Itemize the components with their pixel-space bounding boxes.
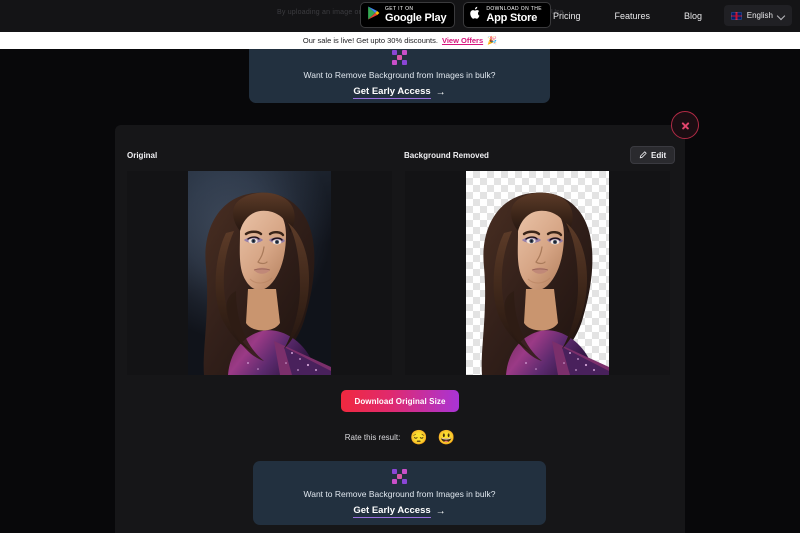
bulk-promo-card-bottom[interactable]: Want to Remove Background from Images in… xyxy=(253,461,546,525)
nav-links: Pricing Features Blog xyxy=(553,0,702,32)
chevron-down-icon xyxy=(778,12,785,19)
download-button-label: Download Original Size xyxy=(354,396,446,406)
original-photo xyxy=(188,171,331,375)
language-selector[interactable]: English xyxy=(723,5,792,26)
original-panel-label: Original xyxy=(127,151,158,160)
get-early-access-link-bottom[interactable]: Get Early Access xyxy=(353,505,431,518)
google-play-icon xyxy=(367,6,380,25)
party-emoji-icon: 🎉 xyxy=(487,36,498,45)
arrow-right-icon: → xyxy=(435,87,446,98)
portrait-figure-cutout xyxy=(481,192,609,375)
close-icon xyxy=(681,121,690,130)
sad-emoji[interactable]: 😔 xyxy=(410,430,427,444)
bulk-logo-icon-bottom xyxy=(392,468,407,484)
bulk-promo-question-bottom: Want to Remove Background from Images in… xyxy=(303,488,496,499)
nav-link-pricing[interactable]: Pricing xyxy=(553,11,581,21)
rating-row: Rate this result: 😔 😃 xyxy=(0,430,800,444)
get-early-access-link-top[interactable]: Get Early Access xyxy=(353,86,431,99)
google-play-badge-bottom: Google Play xyxy=(385,11,447,24)
store-badges: GET IT ON Google Play Download on the Ap… xyxy=(360,2,552,28)
happy-emoji[interactable]: 😃 xyxy=(438,430,455,444)
download-original-size-button[interactable]: Download Original Size xyxy=(341,390,459,412)
edit-button[interactable]: Edit xyxy=(630,146,676,164)
background-removed-image-panel xyxy=(405,171,670,375)
removed-panel-label: Background Removed xyxy=(404,151,489,160)
nav-link-features[interactable]: Features xyxy=(615,11,651,21)
arrow-right-icon-bottom: → xyxy=(435,505,446,517)
original-image-panel xyxy=(127,171,392,375)
pencil-icon xyxy=(639,151,647,159)
rating-label: Rate this result: xyxy=(344,432,401,442)
bulk-logo-icon xyxy=(392,50,407,65)
portrait-figure-original xyxy=(203,192,331,375)
sale-banner: Our sale is live! Get upto 30% discounts… xyxy=(0,32,800,49)
nav-link-blog[interactable]: Blog xyxy=(684,11,702,21)
google-play-badge[interactable]: GET IT ON Google Play xyxy=(360,2,456,28)
view-offers-link[interactable]: View Offers xyxy=(442,36,483,45)
bulk-promo-question: Want to Remove Background from Images in… xyxy=(303,70,496,80)
uk-flag-icon xyxy=(730,11,742,20)
app-store-badge[interactable]: Download on the App Store xyxy=(463,2,552,28)
language-label: English xyxy=(746,11,773,20)
close-modal-button[interactable] xyxy=(671,111,699,139)
app-store-badge-bottom: App Store xyxy=(486,11,538,24)
sale-banner-text: Our sale is live! Get upto 30% discounts… xyxy=(302,36,438,45)
edit-button-label: Edit xyxy=(651,150,667,160)
bulk-promo-card-top[interactable]: Want to Remove Background from Images in… xyxy=(249,46,550,103)
transparency-checkerboard xyxy=(466,171,609,375)
google-play-badge-top: GET IT ON xyxy=(385,5,414,12)
apple-icon xyxy=(470,6,481,25)
app-store-badge-top: Download on the xyxy=(486,5,543,12)
top-navigation-bar: By uploading an image or UR Use GET IT O… xyxy=(0,0,800,32)
